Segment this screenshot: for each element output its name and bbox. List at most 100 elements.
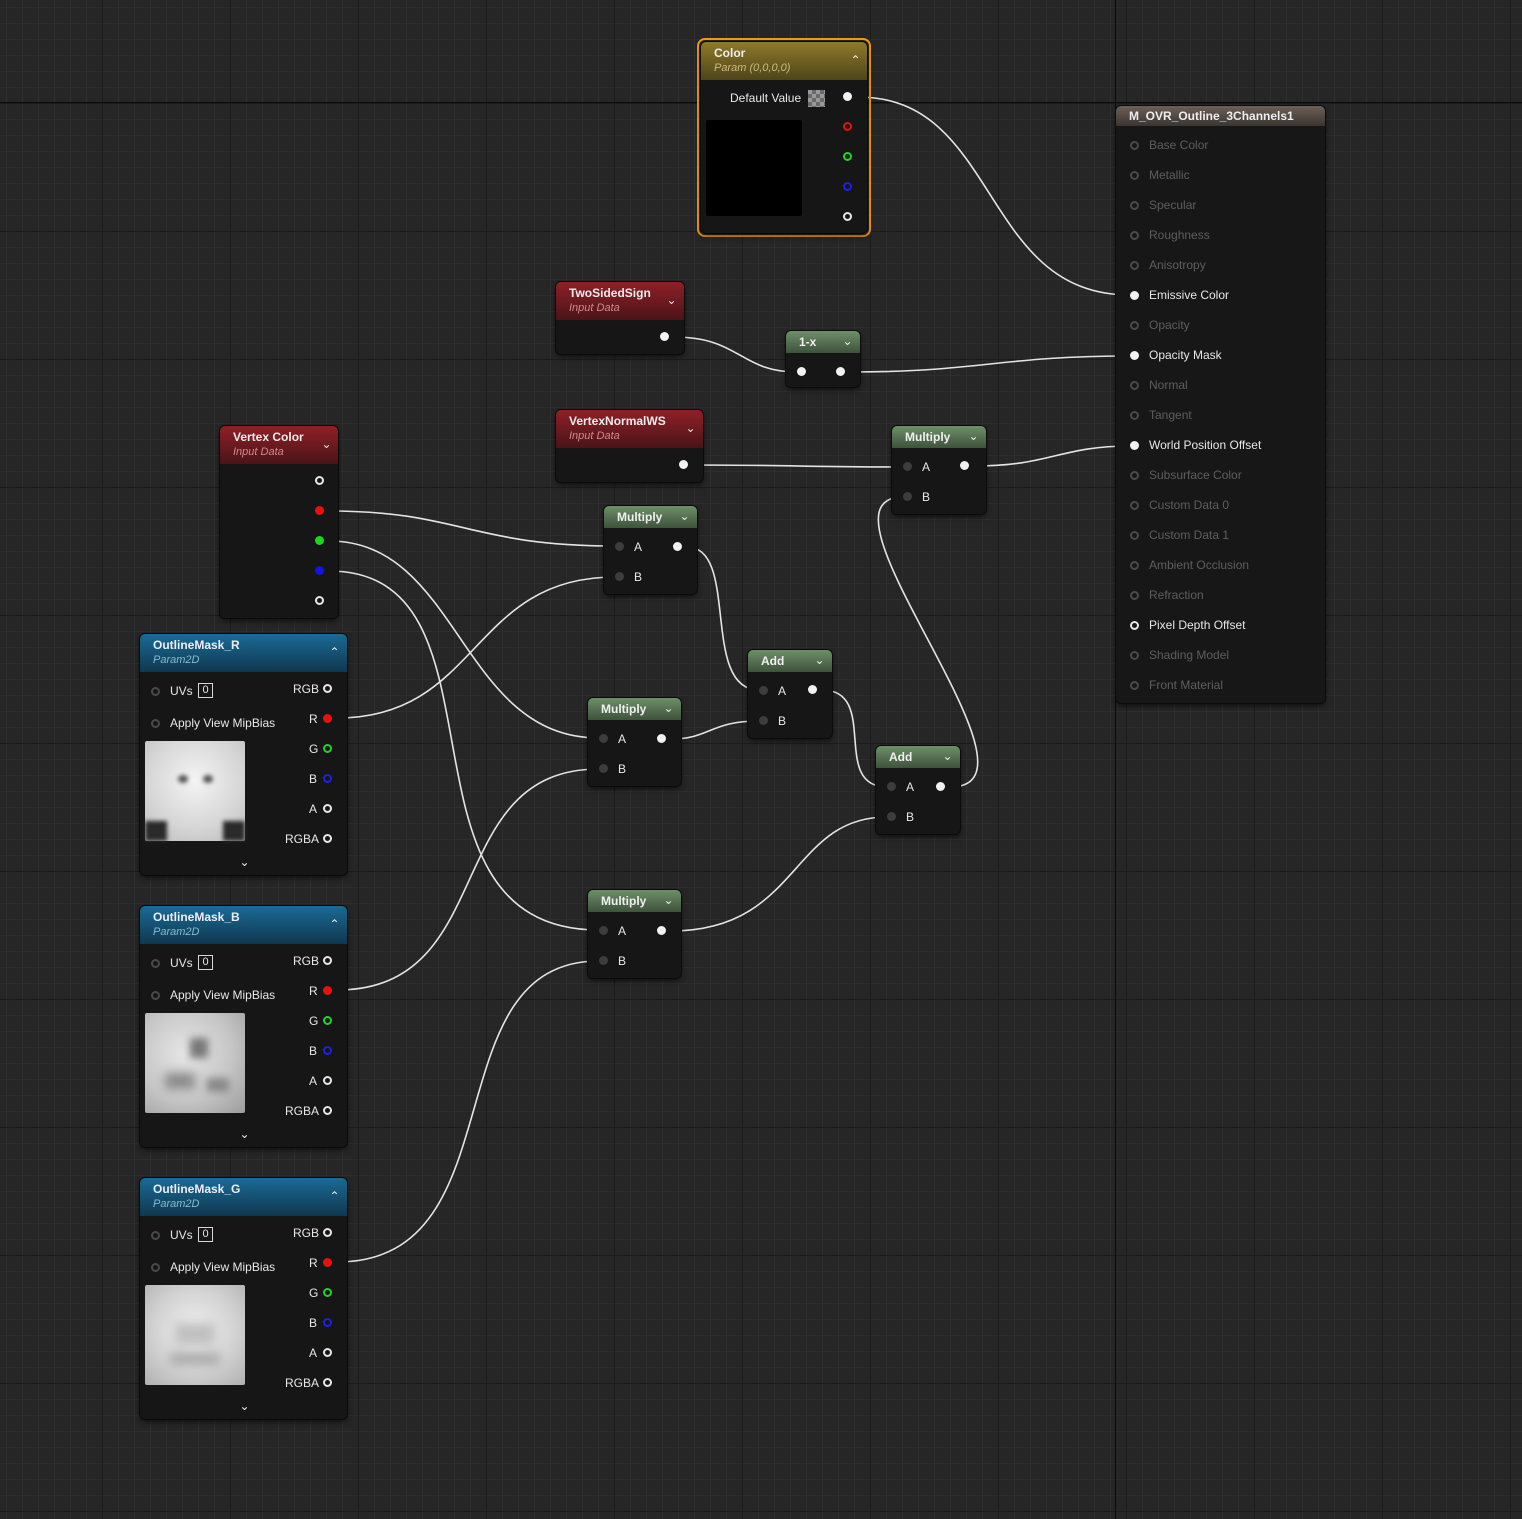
output-pin[interactable] [657,734,666,743]
chevron-down-icon[interactable]: ⌄ [941,750,954,763]
output-pin-a[interactable] [323,804,332,813]
material-input-pin[interactable] [1130,501,1139,510]
wire-twosided-to-oneminus[interactable] [673,336,798,373]
output-pin-g[interactable] [843,152,852,161]
material-input-pin[interactable] [1130,291,1139,300]
output-pin-r[interactable] [315,506,324,515]
node-header[interactable]: Color Param (0,0,0,0) [701,42,867,80]
output-pin-g[interactable] [315,536,324,545]
node-header[interactable]: OutlineMask_R Param2D [140,634,347,672]
chevron-down-icon[interactable]: ⌄ [665,294,678,307]
chevron-down-icon[interactable]: ⌄ [684,422,697,435]
input-pin-b[interactable] [599,764,608,773]
material-input-pin[interactable] [1130,231,1139,240]
uvs-input-pin[interactable] [151,687,160,696]
color-swatch-checker[interactable] [808,90,825,107]
output-pin[interactable] [960,461,969,470]
material-input-pin[interactable] [1130,381,1139,390]
chevron-up-icon[interactable]: ⌃ [849,54,862,67]
output-pin[interactable] [808,685,817,694]
uv-index-field[interactable]: 0 [198,1227,213,1242]
chevron-down-icon[interactable]: ⌄ [238,856,251,869]
chevron-down-icon[interactable]: ⌄ [238,1400,251,1413]
output-pin-g[interactable] [323,1016,332,1025]
wire-add2-to-multiply-b[interactable] [877,496,979,788]
material-input-pin[interactable] [1130,621,1139,630]
output-pin[interactable] [660,332,669,341]
wire-oneminus-to-opacitymask[interactable] [849,355,1131,373]
input-pin-b[interactable] [599,956,608,965]
outline-mask-g-node[interactable]: OutlineMask_G Param2D ⌃ UVs 0 Apply View… [140,1178,347,1419]
mipbias-input-pin[interactable] [151,1263,160,1272]
node-header[interactable]: M_OVR_Outline_3Channels1 [1116,106,1325,126]
material-input-pin[interactable] [1130,351,1139,360]
uvs-input-pin[interactable] [151,1231,160,1240]
color-param-node[interactable]: Color Param (0,0,0,0) ⌃ Default Value [701,42,867,233]
chevron-down-icon[interactable]: ⌄ [813,654,826,667]
material-input-pin[interactable] [1130,171,1139,180]
output-pin[interactable] [843,92,852,101]
wire-vertex-g-to-multiply-a[interactable] [328,540,600,739]
output-pin[interactable] [679,460,688,469]
input-pin-b[interactable] [759,716,768,725]
wire-normal-to-multiply-a[interactable] [692,464,904,468]
chevron-up-icon[interactable]: ⌃ [328,918,341,931]
chevron-down-icon[interactable]: ⌄ [320,438,333,451]
material-input-pin[interactable] [1130,201,1139,210]
output-pin-b[interactable] [315,566,324,575]
output-pin[interactable] [836,367,845,376]
chevron-down-icon[interactable]: ⌄ [678,510,691,523]
output-pin-r[interactable] [323,1258,332,1267]
wire-maskb-to-multiply-b[interactable] [336,768,600,991]
output-pin-r[interactable] [843,122,852,131]
chevron-up-icon[interactable]: ⌃ [328,1190,341,1203]
output-pin-a[interactable] [315,596,324,605]
input-pin-a[interactable] [615,542,624,551]
output-pin-b[interactable] [323,1318,332,1327]
mipbias-input-pin[interactable] [151,719,160,728]
node-header[interactable]: VertexNormalWS Input Data [556,410,703,448]
material-input-pin[interactable] [1130,681,1139,690]
mipbias-input-pin[interactable] [151,991,160,1000]
output-pin-rgb[interactable] [323,684,332,693]
output-pin[interactable] [657,926,666,935]
input-pin[interactable] [797,367,806,376]
chevron-down-icon[interactable]: ⌄ [841,335,854,348]
node-header[interactable]: OutlineMask_B Param2D [140,906,347,944]
outline-mask-r-node[interactable]: OutlineMask_R Param2D ⌃ UVs 0 Apply View… [140,634,347,875]
node-header[interactable]: OutlineMask_G Param2D [140,1178,347,1216]
material-input-pin[interactable] [1130,321,1139,330]
output-pin-a[interactable] [323,1076,332,1085]
material-input-pin[interactable] [1130,141,1139,150]
input-pin-a[interactable] [599,926,608,935]
wire-multiply-to-add2-b[interactable] [670,816,888,932]
wire-multiply-to-add-b[interactable] [670,720,760,740]
input-pin-a[interactable] [887,782,896,791]
input-pin-a[interactable] [903,462,912,471]
material-input-pin[interactable] [1130,411,1139,420]
output-pin-a[interactable] [843,212,852,221]
output-pin-b[interactable] [323,774,332,783]
output-pin-rgb[interactable] [323,1228,332,1237]
material-input-pin[interactable] [1130,651,1139,660]
output-pin[interactable] [673,542,682,551]
material-result-node[interactable]: M_OVR_Outline_3Channels1 Base Color Metal… [1116,106,1325,703]
input-pin-a[interactable] [759,686,768,695]
uv-index-field[interactable]: 0 [198,955,213,970]
wire-color-to-emissive[interactable] [857,96,1131,296]
output-pin-r[interactable] [323,986,332,995]
wire-vertex-b-to-multiply-a[interactable] [328,570,600,931]
wire-maskr-to-multiply-b[interactable] [336,576,616,719]
uvs-input-pin[interactable] [151,959,160,968]
material-input-pin[interactable] [1130,591,1139,600]
vertex-color-node[interactable]: Vertex Color Input Data ⌄ [220,426,338,618]
output-pin-g[interactable] [323,1288,332,1297]
input-pin-a[interactable] [599,734,608,743]
chevron-down-icon[interactable]: ⌄ [967,430,980,443]
output-pin-rgba[interactable] [323,834,332,843]
outline-mask-b-node[interactable]: OutlineMask_B Param2D ⌃ UVs 0 Apply View… [140,906,347,1147]
output-pin-b[interactable] [843,182,852,191]
output-pin-rgb[interactable] [323,956,332,965]
output-pin-b[interactable] [323,1046,332,1055]
chevron-down-icon[interactable]: ⌄ [662,894,675,907]
